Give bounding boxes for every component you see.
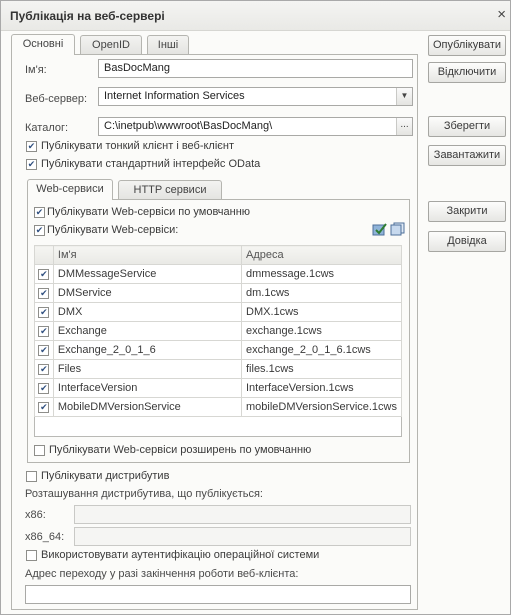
webserver-select[interactable]: Internet Information Services (98, 87, 413, 106)
row-checkbox[interactable]: ✔ (38, 363, 50, 375)
chevron-down-icon[interactable]: ▼ (396, 88, 412, 105)
ws-default-checkbox[interactable]: ✔ (34, 207, 45, 218)
odata-checkbox[interactable]: ✔ (26, 159, 37, 170)
name-input[interactable]: BasDocMang (98, 59, 413, 78)
service-name: DMMessageService (52, 264, 243, 284)
thin-client-label: Публікувати тонкий клієнт і веб-клієнт (41, 140, 235, 152)
service-address: exchange_2_0_1_6.1cws (241, 340, 402, 360)
catalog-input[interactable]: C:\inetpub\wwwroot\BasDocMang\ (98, 117, 413, 136)
ws-extensions-label: Публікувати Web-сервіси розширень по умо… (49, 444, 312, 456)
table-row[interactable]: ✔ MobileDMVersionService mobileDMVersion… (34, 397, 402, 417)
service-name: Files (52, 359, 243, 379)
table-row[interactable]: ✔ DMMessageService dmmessage.1cws (34, 264, 402, 284)
table-row[interactable]: ✔ Exchange_2_0_1_6 exchange_2_0_1_6.1cws (34, 340, 402, 360)
os-auth-label: Використовувати аутентифікацію операційн… (41, 549, 320, 561)
window-title: Публікація на веб-сервері (10, 9, 165, 23)
exit-url-label: Адрес переходу у разі закінчення роботи … (25, 568, 299, 580)
odata-label: Публікувати стандартний інтерфейс OData (41, 158, 261, 170)
column-name[interactable]: Ім'я (52, 245, 243, 265)
row-checkbox[interactable]: ✔ (38, 268, 50, 280)
table-row[interactable]: ✔ InterfaceVersion InterfaceVersion.1cws (34, 378, 402, 398)
table-row[interactable]: ✔ DMService dm.1cws (34, 283, 402, 303)
tab-openid[interactable]: OpenID (80, 35, 142, 55)
distrib-checkbox[interactable] (26, 471, 37, 482)
row-checkbox[interactable]: ✔ (38, 287, 50, 299)
service-name: DMX (52, 302, 243, 322)
publish-dialog: Публікація на веб-сервері × Основні Open… (0, 0, 511, 615)
row-checkbox[interactable]: ✔ (38, 401, 50, 413)
save-button[interactable]: Зберегти (428, 116, 506, 137)
x86-64-input[interactable] (74, 527, 411, 546)
service-address: dm.1cws (241, 283, 402, 303)
help-button[interactable]: Довідка (428, 231, 506, 252)
service-address: files.1cws (241, 359, 402, 379)
title-bar: Публікація на веб-сервері × (1, 1, 510, 31)
thin-client-checkbox[interactable]: ✔ (26, 141, 37, 152)
check-all-icon[interactable] (372, 222, 388, 236)
service-address: exchange.1cws (241, 321, 402, 341)
table-row[interactable]: ✔ Exchange exchange.1cws (34, 321, 402, 341)
ws-default-label: Публікувати Web-сервіси по умовчанню (47, 206, 251, 218)
browse-button[interactable]: ... (396, 118, 412, 135)
disable-button[interactable]: Відключити (428, 62, 506, 83)
column-address[interactable]: Адреса (241, 245, 402, 265)
row-checkbox[interactable]: ✔ (38, 344, 50, 356)
service-address: mobileDMVersionService.1cws (241, 397, 402, 417)
os-auth-checkbox[interactable] (26, 550, 37, 561)
tab-web-services[interactable]: Web-сервиси (27, 179, 113, 200)
catalog-label: Каталог: (25, 122, 69, 134)
tab-http-services[interactable]: HTTP сервиси (118, 180, 222, 200)
x86-label: x86: (25, 509, 46, 521)
ws-publish-checkbox[interactable]: ✔ (34, 225, 45, 236)
services-table: Ім'я Адреса ✔ DMMessageService dmmessage… (34, 245, 402, 417)
tab-other[interactable]: Інші (147, 35, 189, 55)
service-address: InterfaceVersion.1cws (241, 378, 402, 398)
table-row[interactable]: ✔ Files files.1cws (34, 359, 402, 379)
tab-main[interactable]: Основні (11, 34, 75, 55)
row-checkbox[interactable]: ✔ (38, 306, 50, 318)
table-header: Ім'я Адреса (34, 245, 402, 265)
x86-input[interactable] (74, 505, 411, 524)
service-address: dmmessage.1cws (241, 264, 402, 284)
ws-publish-label: Публікувати Web-сервіси: (47, 224, 179, 236)
service-name: InterfaceVersion (52, 378, 243, 398)
uncheck-all-icon[interactable] (390, 222, 406, 236)
webserver-value: Internet Information Services (104, 90, 245, 102)
service-name: Exchange_2_0_1_6 (52, 340, 243, 360)
webserver-label: Веб-сервер: (25, 93, 88, 105)
table-row[interactable]: ✔ DMX DMX.1cws (34, 302, 402, 322)
service-address: DMX.1cws (241, 302, 402, 322)
publish-button[interactable]: Опублікувати (428, 35, 506, 56)
close-icon[interactable]: × (497, 6, 506, 23)
x86-64-label: x86_64: (25, 531, 65, 543)
exit-url-input[interactable] (25, 585, 411, 604)
distrib-location-label: Розташування дистрибутива, що публікуєть… (25, 488, 263, 500)
column-check (34, 245, 54, 265)
name-label: Ім'я: (25, 64, 47, 76)
ws-extensions-checkbox[interactable] (34, 445, 45, 456)
service-name: MobileDMVersionService (52, 397, 243, 417)
load-button[interactable]: Завантажити (428, 145, 506, 166)
service-name: Exchange (52, 321, 243, 341)
close-button[interactable]: Закрити (428, 201, 506, 222)
service-name: DMService (52, 283, 243, 303)
row-checkbox[interactable]: ✔ (38, 382, 50, 394)
row-checkbox[interactable]: ✔ (38, 325, 50, 337)
distrib-label: Публікувати дистрибутив (41, 470, 170, 482)
